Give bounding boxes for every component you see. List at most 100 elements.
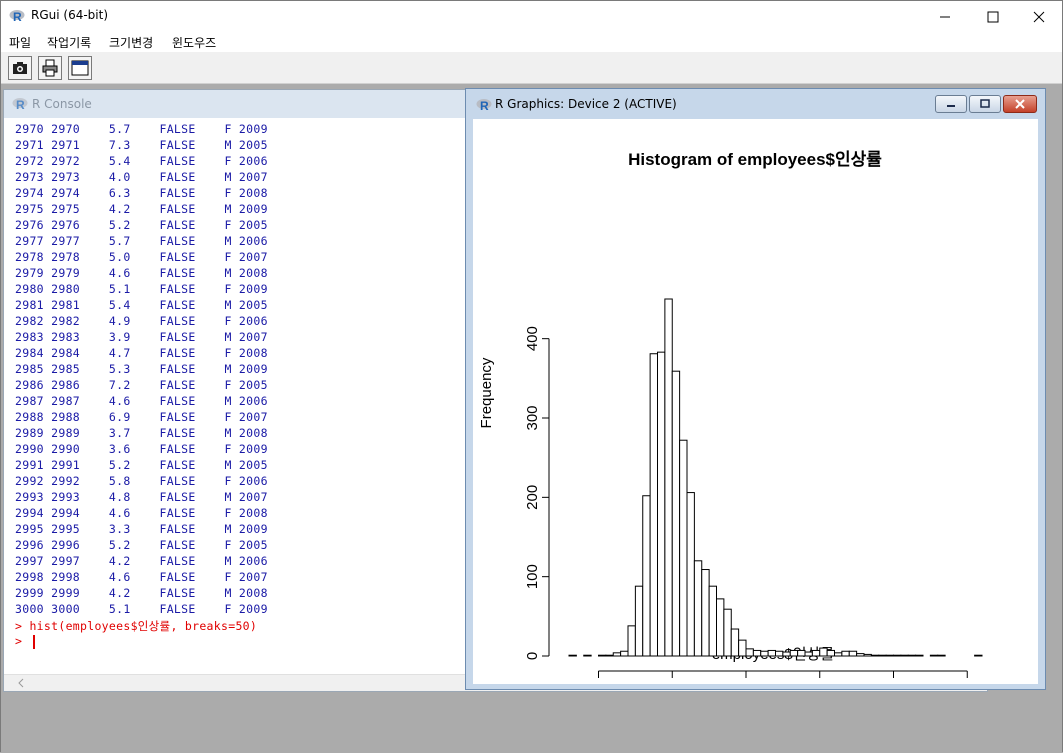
histogram-bar: [782, 651, 791, 657]
graphics-restore-button[interactable]: [969, 95, 1001, 113]
histogram-bar: [767, 649, 776, 657]
histogram-bars: [568, 298, 983, 657]
menu-windows[interactable]: 윈도우즈: [172, 34, 216, 51]
console-row: 2983 2983 3.9 FALSE M 2007: [15, 330, 268, 344]
histogram-bar: [878, 654, 887, 657]
histogram-bar: [760, 650, 769, 657]
console-row: 2984 2984 4.7 FALSE F 2008: [15, 346, 268, 360]
console-row: 2998 2998 4.6 FALSE F 2007: [15, 570, 268, 584]
console-row: 2972 2972 5.4 FALSE F 2006: [15, 154, 268, 168]
console-row: 2979 2979 4.6 FALSE M 2008: [15, 266, 268, 280]
console-row: 2981 2981 5.4 FALSE M 2005: [15, 298, 268, 312]
histogram-bar: [929, 654, 939, 657]
y-axis: 0 100 200 300 400: [524, 326, 550, 660]
y-tick-label: 100: [524, 564, 541, 589]
histogram-bar: [974, 654, 983, 657]
console-row: 2977 2977 5.7 FALSE M 2006: [15, 234, 268, 248]
console-row: 2989 2989 3.7 FALSE M 2008: [15, 426, 268, 440]
r-logo-icon: R: [9, 8, 27, 28]
histogram-bar: [716, 598, 725, 657]
histogram-bar: [701, 569, 710, 657]
console-row: 2970 2970 5.7 FALSE F 2009: [15, 122, 268, 136]
histogram-bar: [612, 652, 622, 657]
console-prompt[interactable]: >: [15, 634, 29, 648]
console-row: 2995 2995 3.3 FALSE M 2009: [15, 522, 268, 536]
r-graphics-window[interactable]: R R Graphics: Device 2 (ACTIVE) Histogra…: [465, 88, 1046, 700]
console-row: 2980 2980 5.1 FALSE F 2009: [15, 282, 268, 296]
print-button[interactable]: [38, 56, 62, 80]
svg-text:R: R: [480, 99, 489, 113]
histogram-bar: [686, 492, 695, 657]
histogram-bar: [789, 649, 799, 657]
console-row: 2987 2987 4.6 FALSE M 2006: [15, 394, 268, 408]
histogram-bar: [693, 560, 703, 657]
console-row: 2994 2994 4.6 FALSE F 2008: [15, 506, 268, 520]
histogram-bar: [819, 647, 828, 657]
graphics-title: R Graphics: Device 2 (ACTIVE): [495, 97, 677, 111]
title-bar: R RGui (64-bit): [1, 1, 1062, 32]
svg-text:R: R: [13, 10, 22, 24]
console-row: 2973 2973 4.0 FALSE M 2007: [15, 170, 268, 184]
x-tick-label: 25: [959, 683, 976, 684]
histogram-bar: [583, 654, 592, 657]
camera-icon: [13, 62, 27, 74]
close-button[interactable]: [1016, 1, 1062, 32]
console-title: R Console: [32, 97, 92, 111]
histogram-bar: [811, 649, 821, 657]
console-row: 2993 2993 4.8 FALSE M 2007: [15, 490, 268, 504]
histogram-bar: [657, 351, 666, 657]
histogram-bar: [730, 628, 740, 657]
histogram-bar: [568, 654, 577, 657]
x-axis: 0 5 10 15 20 25: [594, 670, 976, 700]
histogram-bar: [856, 653, 865, 657]
x-tick-label: 10: [738, 683, 755, 684]
histogram-bar: [738, 639, 747, 657]
menu-resize[interactable]: 크기변경: [109, 34, 153, 51]
histogram-bar: [664, 298, 673, 657]
x-tick-label: 20: [885, 683, 902, 684]
histogram-bar: [605, 654, 614, 657]
histogram-chart: Histogram of employees$인상률 employees$인상률…: [478, 150, 983, 700]
x-tick-label: 0: [594, 683, 602, 684]
minimize-button[interactable]: [922, 1, 968, 32]
histogram-bar: [649, 353, 658, 657]
console-row: 2990 2990 3.6 FALSE F 2009: [15, 442, 268, 456]
histogram-bar: [893, 654, 902, 657]
console-row: 2992 2992 5.8 FALSE F 2006: [15, 474, 268, 488]
graphics-title-bar: R R Graphics: Device 2 (ACTIVE): [466, 89, 1045, 117]
console-row: 2986 2986 7.2 FALSE F 2005: [15, 378, 268, 392]
minimize-icon: [940, 16, 950, 17]
close-icon: [1033, 11, 1045, 22]
graphics-close-button[interactable]: [1003, 95, 1037, 113]
histogram-bar: [598, 654, 607, 657]
console-row: 2974 2974 6.3 FALSE F 2008: [15, 186, 268, 200]
menu-file[interactable]: 파일: [9, 34, 31, 51]
console-row: 3000 3000 5.1 FALSE F 2009: [15, 602, 268, 616]
y-tick-label: 200: [524, 485, 541, 510]
histogram-bar: [900, 654, 909, 657]
graphics-minimize-button[interactable]: [935, 95, 967, 113]
y-tick-label: 0: [524, 652, 541, 660]
menu-history[interactable]: 작업기록: [47, 34, 91, 51]
plot-area: Histogram of employees$인상률 employees$인상률…: [473, 119, 1038, 700]
histogram-bar: [775, 650, 784, 657]
r-logo-icon: R: [476, 97, 494, 117]
svg-text:R: R: [16, 98, 25, 112]
close-icon: [1015, 99, 1025, 109]
histogram-bar: [745, 648, 754, 657]
histogram-bar: [752, 649, 762, 657]
histogram-bar: [937, 654, 946, 657]
histogram-bar: [885, 654, 894, 657]
histogram-bar: [848, 650, 858, 657]
toolbar: [1, 52, 1062, 84]
mdi-area: R R Console 2970 2970 5.7 FALSE F 2009 29…: [1, 85, 1062, 753]
histogram-bar: [870, 654, 880, 657]
console-row: 2991 2991 5.2 FALSE M 2005: [15, 458, 268, 472]
console-row: 2976 2976 5.2 FALSE F 2005: [15, 218, 268, 232]
window-button[interactable]: [68, 56, 92, 80]
copy-to-clipboard-button[interactable]: [8, 56, 32, 80]
y-axis-label: Frequency: [478, 357, 495, 428]
maximize-button[interactable]: [970, 1, 1016, 32]
histogram-bar: [620, 650, 629, 657]
histogram-bar: [627, 625, 636, 657]
